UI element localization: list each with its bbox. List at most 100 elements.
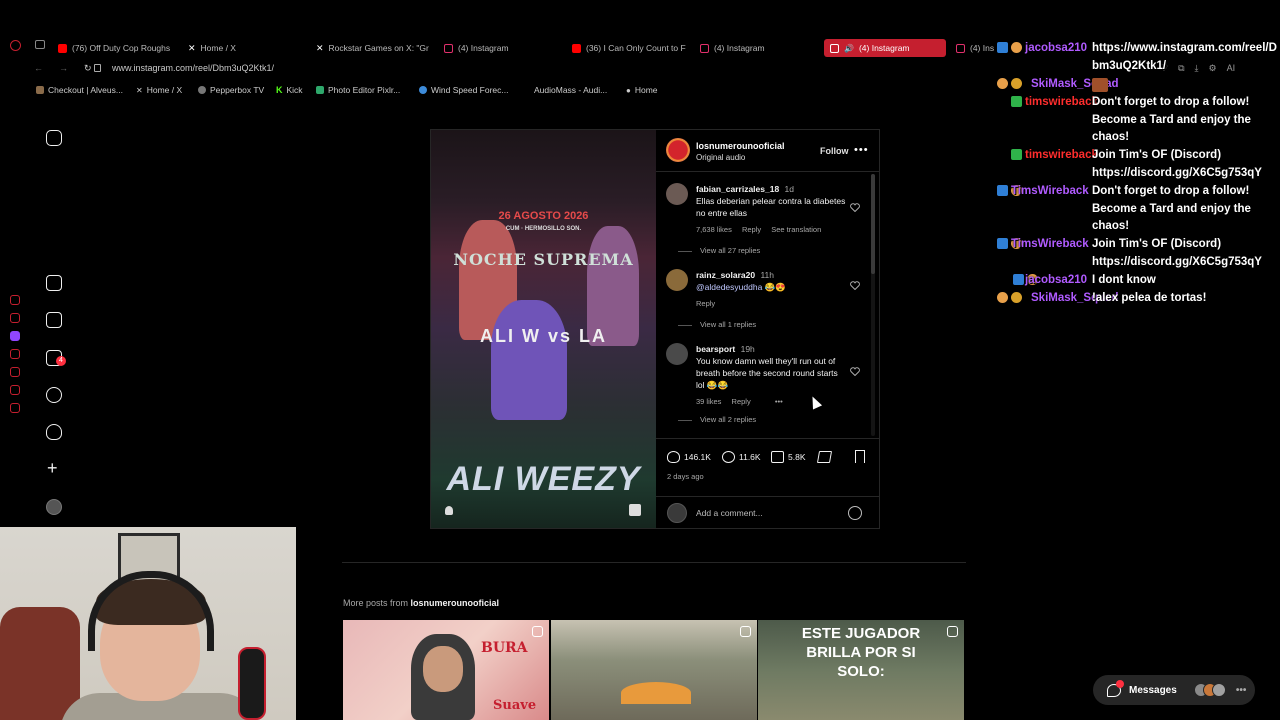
side-strip-icon[interactable] bbox=[10, 295, 20, 305]
like-comment-icon[interactable] bbox=[850, 203, 860, 212]
bookmark-item[interactable]: ✕ Home / X bbox=[136, 85, 182, 95]
instagram-icon bbox=[700, 43, 709, 53]
poster-subtitle: CUM · HERMOSILLO SON. bbox=[505, 226, 582, 232]
messages-label: Messages bbox=[1129, 684, 1177, 696]
tab-6-active[interactable]: 🔊 (4) Instagram bbox=[824, 39, 946, 57]
microphone-icon bbox=[238, 647, 266, 720]
audio-icon[interactable] bbox=[629, 504, 641, 516]
search-icon[interactable] bbox=[46, 387, 62, 403]
author-username[interactable]: losnumerounooficial bbox=[696, 141, 785, 151]
bookmark-icon[interactable] bbox=[855, 450, 865, 463]
reel-icon bbox=[532, 626, 543, 637]
nav-buttons: ← → ↻ bbox=[34, 63, 92, 74]
lock-icon[interactable] bbox=[94, 64, 101, 72]
emoji-icon[interactable] bbox=[848, 506, 862, 520]
more-options-icon[interactable]: ••• bbox=[854, 144, 869, 156]
like-comment-icon[interactable] bbox=[850, 281, 860, 290]
forward-icon[interactable]: → bbox=[59, 63, 68, 74]
user-tag-icon[interactable] bbox=[445, 506, 453, 515]
view-replies-button[interactable]: View all 1 replies bbox=[678, 320, 756, 329]
bookmark-item[interactable]: Pepperbox TV bbox=[198, 85, 264, 95]
speaker-icon: 🔊 bbox=[844, 43, 854, 53]
poster-event-title: NOCHE SUPREMA bbox=[453, 250, 634, 269]
share-icon[interactable] bbox=[816, 451, 833, 463]
reply-button[interactable]: Reply bbox=[742, 225, 761, 234]
tab-3[interactable]: (4) Instagram bbox=[444, 39, 554, 57]
side-strip-icon[interactable] bbox=[10, 349, 20, 359]
url-field[interactable]: www.instagram.com/reel/Dbm3uQ2Ktk1/ bbox=[112, 63, 274, 73]
twitch-icon[interactable] bbox=[10, 331, 20, 341]
bookmark-item[interactable]: AudioMass - Audi... bbox=[534, 85, 607, 95]
more-posts-thumbnail[interactable]: BURA Suave bbox=[343, 620, 549, 720]
x-icon: ✕ bbox=[188, 42, 196, 53]
bookmark-label: Home / X bbox=[146, 85, 183, 95]
comment-likes[interactable]: 39 likes bbox=[696, 397, 721, 406]
back-icon[interactable]: ← bbox=[34, 63, 43, 74]
notifications-heart-icon[interactable] bbox=[46, 424, 62, 440]
audio-label[interactable]: Original audio bbox=[696, 153, 745, 162]
reel-video[interactable]: 26 AGOSTO 2026 CUM · HERMOSILLO SON. NOC… bbox=[431, 130, 656, 528]
repost-button[interactable]: 5.8K bbox=[771, 451, 806, 463]
tab-label: Home / X bbox=[200, 43, 236, 53]
commenter-username[interactable]: rainz_solara20 bbox=[696, 270, 755, 280]
tab-0[interactable]: (76) Off Duty Cop Roughs bbox=[58, 39, 176, 57]
bookmark-item[interactable]: ● Home bbox=[626, 85, 658, 95]
comment-body: fabian_carrizales_18 1d Ellas deberian p… bbox=[696, 183, 846, 236]
more-posts-thumbnail[interactable] bbox=[551, 620, 757, 720]
tab-1[interactable]: ✕ Home / X bbox=[188, 39, 298, 57]
author-avatar[interactable] bbox=[666, 138, 690, 162]
comment-mention[interactable]: @aldedesyuddha bbox=[696, 282, 762, 292]
commenter-avatar[interactable] bbox=[666, 183, 688, 205]
profile-avatar[interactable] bbox=[46, 499, 62, 515]
badge-icon bbox=[1011, 96, 1022, 107]
view-replies-button[interactable]: View all 2 replies bbox=[678, 415, 756, 424]
reply-button[interactable]: Reply bbox=[696, 299, 715, 308]
comment-text: Ellas deberian pelear contra la diabetes… bbox=[696, 196, 846, 218]
comment-input[interactable] bbox=[696, 506, 836, 520]
chat-text: Join Tim's OF (Discord) https://discord.… bbox=[1092, 238, 1262, 268]
side-strip-icon[interactable] bbox=[10, 313, 20, 323]
like-comment-icon[interactable] bbox=[850, 367, 860, 376]
kick-icon: K bbox=[276, 85, 283, 95]
webcam-chair bbox=[0, 607, 80, 720]
comment-more-icon[interactable]: ••• bbox=[775, 397, 783, 406]
bookmark-label: Photo Editor Pixlr... bbox=[328, 85, 401, 95]
create-icon[interactable]: + bbox=[47, 458, 58, 479]
bookmark-item[interactable]: Wind Speed Forec... bbox=[419, 85, 508, 95]
tab-4[interactable]: (36) I Can Only Count to F bbox=[572, 39, 688, 57]
like-button[interactable]: 146.1K bbox=[667, 451, 711, 463]
badge-icon bbox=[1011, 78, 1022, 89]
messages-button[interactable]: Messages ••• bbox=[1093, 675, 1255, 705]
browser-menu-icon[interactable] bbox=[10, 40, 21, 51]
comment-text: @aldedesyuddha 😂😍 bbox=[696, 281, 846, 293]
badge-icon bbox=[1011, 292, 1022, 303]
commenter-username[interactable]: bearsport bbox=[696, 344, 735, 354]
reload-icon[interactable]: ↻ bbox=[84, 63, 92, 74]
side-strip-icon[interactable] bbox=[10, 367, 20, 377]
follow-button[interactable]: Follow bbox=[820, 146, 849, 156]
commenter-username[interactable]: fabian_carrizales_18 bbox=[696, 184, 779, 194]
view-replies-button[interactable]: View all 27 replies bbox=[678, 246, 760, 255]
chat-username: jacobsa210 bbox=[1025, 42, 1088, 54]
more-posts-thumbnail[interactable]: ESTE JUGADOR BRILLA POR SI SOLO: bbox=[758, 620, 964, 720]
bookmark-item[interactable]: Checkout | Alveus... bbox=[36, 85, 123, 95]
bookmark-item[interactable]: Photo Editor Pixlr... bbox=[316, 85, 400, 95]
reply-button[interactable]: Reply bbox=[732, 397, 751, 406]
side-strip-icon[interactable] bbox=[10, 385, 20, 395]
commenter-avatar[interactable] bbox=[666, 343, 688, 365]
comment-likes[interactable]: 7,638 likes bbox=[696, 225, 732, 234]
bookmark-item[interactable]: K Kick bbox=[276, 85, 303, 95]
tab-2[interactable]: ✕ Rockstar Games on X: "Gr bbox=[316, 39, 432, 57]
see-translation-button[interactable]: See translation bbox=[771, 225, 821, 234]
side-strip-icon[interactable] bbox=[10, 403, 20, 413]
instagram-logo-icon[interactable] bbox=[46, 130, 62, 146]
thumbnail-tent bbox=[621, 682, 691, 704]
badge-icon bbox=[997, 185, 1008, 196]
workspaces-icon[interactable] bbox=[35, 40, 45, 49]
reels-icon[interactable] bbox=[46, 312, 62, 328]
comment-button[interactable]: 11.6K bbox=[722, 451, 761, 463]
home-icon[interactable] bbox=[46, 275, 62, 291]
commenter-avatar[interactable] bbox=[666, 269, 688, 291]
more-posts-username[interactable]: losnumerounooficial bbox=[411, 598, 500, 608]
tab-5[interactable]: (4) Instagram bbox=[700, 39, 810, 57]
